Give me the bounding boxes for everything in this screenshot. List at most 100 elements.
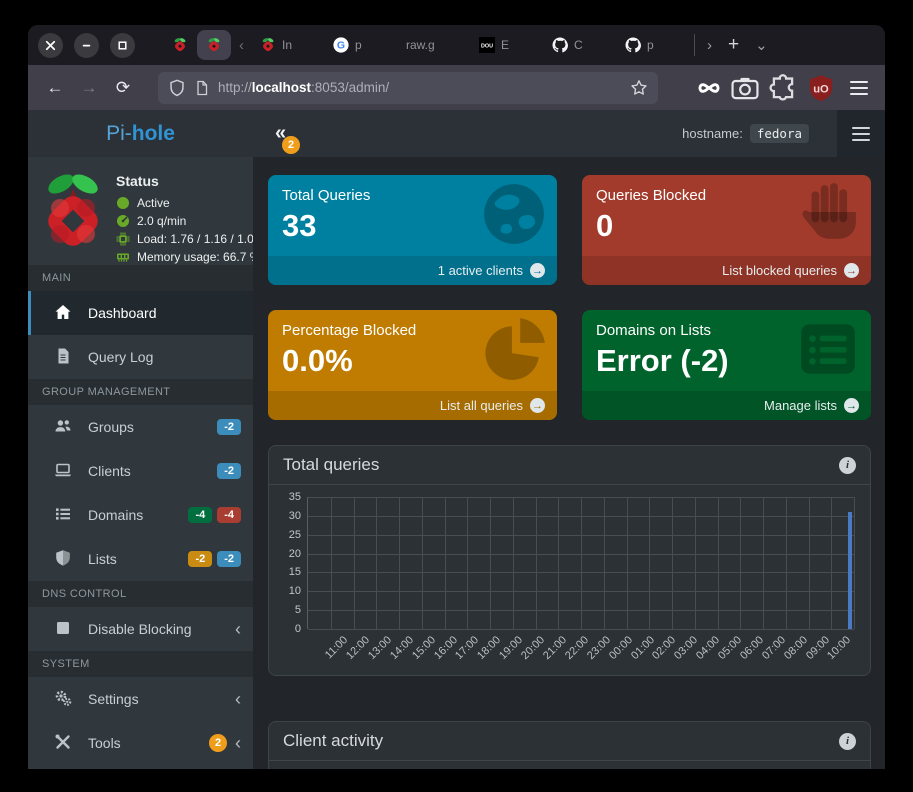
tab-label: E — [501, 38, 509, 52]
browser-tab[interactable]: C — [544, 30, 617, 60]
hostname-value: fedora — [750, 124, 809, 143]
card-footer-link[interactable]: 1 active clients→ — [268, 256, 557, 285]
minimize-window-button[interactable] — [74, 33, 99, 58]
forward-button[interactable]: → — [74, 73, 104, 103]
bookmark-star-icon[interactable] — [630, 74, 648, 102]
sidebar-item-settings[interactable]: Settings‹ — [28, 677, 253, 721]
status-block: Status Active2.0 q/minLoad: 1.76 / 1.16 … — [116, 171, 253, 251]
card-domains-on-lists: Domains on ListsError (-2)Manage lists→ — [582, 310, 871, 420]
browser-tab[interactable] — [163, 30, 197, 60]
browser-tab-active[interactable] — [197, 30, 231, 60]
dot-icon — [116, 196, 130, 210]
status-text: Active — [137, 196, 170, 210]
reload-button[interactable]: ⟳ — [108, 73, 138, 103]
browser-tab[interactable]: In — [252, 30, 325, 60]
sidebar-item-disable-blocking[interactable]: Disable Blocking‹ — [28, 607, 253, 651]
ublock-icon[interactable]: uO — [807, 74, 835, 102]
github-favicon-icon — [625, 37, 641, 53]
x-tick-label: 02:00 — [650, 634, 678, 662]
card-footer-link[interactable]: List blocked queries→ — [582, 256, 871, 285]
gridline — [331, 497, 332, 629]
sidebar: Status Active2.0 q/minLoad: 1.76 / 1.16 … — [28, 157, 253, 769]
sidebar-item-domains[interactable]: Domains-4-4 — [28, 493, 253, 537]
sidebar-item-dashboard[interactable]: Dashboard — [28, 291, 253, 335]
y-tick-label: 0 — [295, 623, 301, 635]
item-extras: -2 — [217, 419, 241, 435]
sidebar-item-lists[interactable]: Lists -2 -2 — [28, 537, 253, 581]
infinity-icon[interactable] — [697, 74, 721, 102]
x-tick-label: 04:00 — [694, 634, 722, 662]
new-tab-button[interactable]: + — [720, 31, 747, 59]
x-tick-label: 09:00 — [804, 634, 832, 662]
card-footer-label: List blocked queries — [722, 263, 837, 278]
maximize-window-button[interactable] — [110, 33, 135, 58]
y-tick-label: 20 — [289, 548, 301, 560]
gridline — [627, 497, 628, 629]
total-queries-panel: Total queries i 35302520151050 11:0012:0… — [268, 445, 871, 676]
x-tick-label: 08:00 — [782, 634, 810, 662]
y-tick-label: 35 — [289, 491, 301, 503]
browser-tab[interactable]: p — [617, 30, 690, 60]
sidebar-item-tools[interactable]: Tools2‹ — [28, 721, 253, 765]
svg-text:DOU: DOU — [481, 44, 493, 50]
x-tick-label: 14:00 — [388, 634, 416, 662]
camera-icon[interactable] — [731, 74, 759, 102]
x-tick-label: 00:00 — [607, 634, 635, 662]
sidebar-item-label: Settings — [88, 691, 139, 707]
card-percentage-blocked: Percentage Blocked0.0%List all queries→ — [268, 310, 557, 420]
tab-label: In — [282, 38, 292, 52]
info-icon[interactable]: i — [839, 733, 856, 750]
x-tick-label: 18:00 — [475, 634, 503, 662]
tracking-protection-shield-icon[interactable] — [168, 74, 186, 102]
gridline — [809, 497, 810, 629]
gridline — [854, 497, 855, 629]
browser-window: ‹ In Gpraw.g DOU E Cp ›+⌄ ← → ⟳ http://localho… — [28, 25, 885, 769]
list-tabs-button[interactable]: ⌄ — [747, 31, 776, 59]
sidebar-item-groups[interactable]: Groups-2 — [28, 405, 253, 449]
info-icon[interactable]: i — [839, 457, 856, 474]
pihole-favicon-icon — [172, 37, 188, 53]
memory-icon — [116, 250, 130, 264]
tab-scroll-right-button[interactable]: › — [699, 31, 720, 59]
sidebar-item-clients[interactable]: Clients-2 — [28, 449, 253, 493]
gridline — [467, 497, 468, 629]
header-menu-button[interactable] — [837, 110, 885, 157]
tab-scroll-left-button[interactable]: ‹ — [231, 31, 252, 59]
x-tick-label: 06:00 — [738, 634, 766, 662]
hand-icon — [795, 181, 861, 247]
card-footer-link[interactable]: Manage lists→ — [582, 391, 871, 420]
x-tick-label: 10:00 — [825, 634, 853, 662]
puzzle-icon[interactable] — [769, 74, 797, 102]
count-badge: -2 — [188, 551, 212, 567]
x-tick-label: 01:00 — [629, 634, 657, 662]
sidebar-item-label: Query Log — [88, 349, 153, 365]
y-tick-label: 15 — [289, 566, 301, 578]
main-content: Total Queries331 active clients→Queries … — [253, 157, 885, 769]
y-tick-label: 25 — [289, 529, 301, 541]
pihole-brand[interactable]: Pi-hole — [28, 110, 253, 157]
page-info-icon[interactable] — [194, 74, 210, 102]
count-badge: -2 — [217, 551, 241, 567]
count-badge: -4 — [217, 507, 241, 523]
count-badge: -4 — [188, 507, 212, 523]
browser-tab[interactable]: DOU E — [471, 30, 544, 60]
gridline — [786, 497, 787, 629]
browser-tab[interactable]: raw.g — [398, 30, 471, 60]
gridline — [695, 497, 696, 629]
close-window-button[interactable] — [38, 33, 63, 58]
url-bar[interactable]: http://localhost:8053/admin/ — [158, 72, 658, 104]
browser-tab[interactable]: Gp — [325, 30, 398, 60]
sidebar-item-label: Lists — [88, 551, 117, 567]
sidebar-item-query-log[interactable]: Query Log — [28, 335, 253, 379]
shield-icon — [54, 549, 74, 569]
menu-icon[interactable] — [845, 74, 873, 102]
gridline — [399, 497, 400, 629]
card-footer-label: Manage lists — [764, 398, 837, 413]
sidebar-collapse-button[interactable]: « 2 — [275, 122, 286, 145]
card-footer-link[interactable]: List all queries→ — [268, 391, 557, 420]
tab-label: p — [355, 38, 362, 52]
back-button[interactable]: ← — [40, 73, 70, 103]
x-tick-label: 05:00 — [716, 634, 744, 662]
gauge-icon — [116, 214, 130, 228]
status-text: 2.0 q/min — [137, 214, 186, 228]
